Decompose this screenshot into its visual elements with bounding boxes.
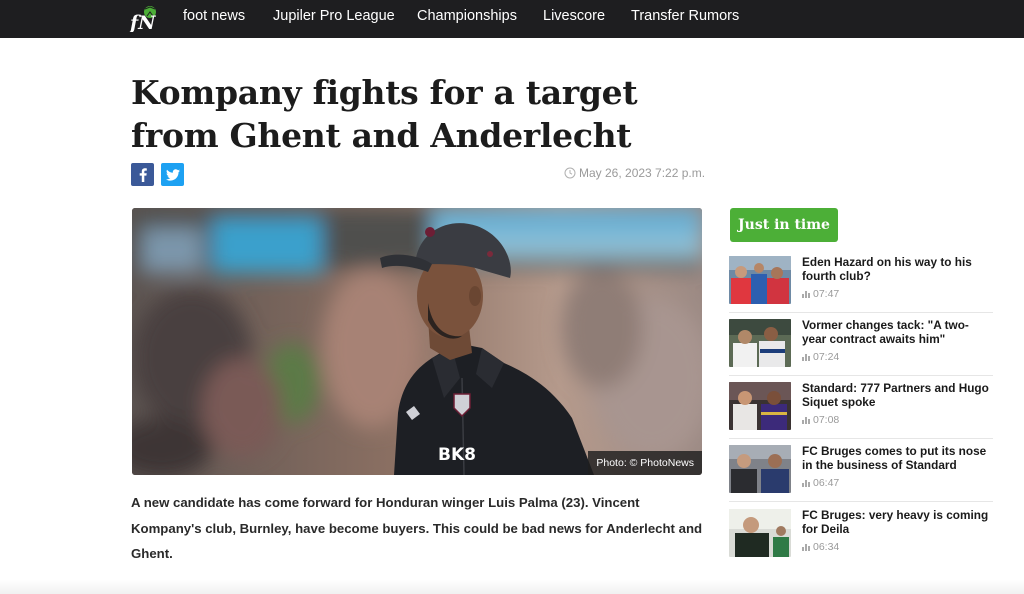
news-title: Standard: 777 Partners and Hugo Siquet s… xyxy=(802,381,989,409)
article-date-text: May 26, 2023 7:22 p.m. xyxy=(579,166,706,180)
nav-foot-news[interactable]: foot news xyxy=(183,8,245,24)
news-title: FC Bruges: very heavy is coming for Deil… xyxy=(802,508,989,536)
svg-text:BK8: BK8 xyxy=(438,445,476,465)
svg-text:fN: fN xyxy=(129,12,156,32)
news-time: 07:24 xyxy=(802,351,839,363)
sidebar-news-item[interactable]: FC Bruges comes to put its nose in the b… xyxy=(729,444,993,503)
nav-championships[interactable]: Championships xyxy=(417,8,517,24)
news-time-text: 07:08 xyxy=(813,414,840,426)
news-thumbnail xyxy=(729,256,791,304)
twitter-icon xyxy=(165,168,180,181)
news-thumbnail xyxy=(729,445,791,493)
news-time-text: 07:24 xyxy=(813,351,840,363)
logo-mark: fN xyxy=(128,6,156,34)
sidebar-divider xyxy=(729,375,993,376)
twitter-share-button[interactable] xyxy=(161,163,184,186)
news-title: Eden Hazard on his way to his fourth clu… xyxy=(802,255,972,283)
photo-caption: Photo: © PhotoNews xyxy=(588,451,702,475)
top-navigation: fN foot news Jupiler Pro League Champion… xyxy=(0,0,1024,38)
article-headline: Kompany fights for a target from Ghent a… xyxy=(131,73,638,155)
news-time-text: 07:47 xyxy=(813,288,840,300)
news-time-text: 06:34 xyxy=(813,541,840,553)
sidebar-divider xyxy=(729,438,993,439)
facebook-icon xyxy=(139,167,147,182)
sidebar-news-item[interactable]: Eden Hazard on his way to his fourth clu… xyxy=(729,255,993,314)
nav-transfer-rumors[interactable]: Transfer Rumors xyxy=(631,8,739,24)
news-time: 06:34 xyxy=(802,541,839,553)
page-footer-edge xyxy=(0,580,1024,594)
stats-icon xyxy=(802,291,810,298)
news-thumbnail xyxy=(729,509,791,557)
stats-icon xyxy=(802,480,810,487)
news-time-text: 06:47 xyxy=(813,477,840,489)
clock-icon xyxy=(564,167,576,179)
article-hero-image: BK8 Photo: © PhotoNews xyxy=(132,208,702,475)
stats-icon xyxy=(802,354,810,361)
sidebar-news-item[interactable]: FC Bruges: very heavy is coming for Deil… xyxy=(729,508,993,567)
nav-jupiler-pro-league[interactable]: Jupiler Pro League xyxy=(273,8,395,24)
news-time: 07:47 xyxy=(802,288,839,300)
news-time: 06:47 xyxy=(802,477,839,489)
news-thumbnail xyxy=(729,319,791,367)
news-thumbnail xyxy=(729,382,791,430)
news-title: FC Bruges comes to put its nose in the b… xyxy=(802,444,987,472)
news-time: 07:08 xyxy=(802,414,839,426)
sidebar-divider xyxy=(729,312,993,313)
article-date: May 26, 2023 7:22 p.m. xyxy=(564,166,705,180)
just-in-time-heading[interactable]: Just in time xyxy=(730,208,838,242)
footnews-logo[interactable]: fN xyxy=(128,4,159,34)
nav-livescore[interactable]: Livescore xyxy=(543,8,605,24)
sidebar-news-item[interactable]: Standard: 777 Partners and Hugo Siquet s… xyxy=(729,381,993,440)
kompany-photo: BK8 xyxy=(132,208,702,475)
facebook-share-button[interactable] xyxy=(131,163,154,186)
stats-icon xyxy=(802,417,810,424)
news-title: Vormer changes tack: "A two-year contrac… xyxy=(802,318,969,346)
sidebar-divider xyxy=(729,501,993,502)
sidebar-news-item[interactable]: Vormer changes tack: "A two-year contrac… xyxy=(729,318,993,377)
article-lead: A new candidate has come forward for Hon… xyxy=(131,495,703,561)
stats-icon xyxy=(802,544,810,551)
